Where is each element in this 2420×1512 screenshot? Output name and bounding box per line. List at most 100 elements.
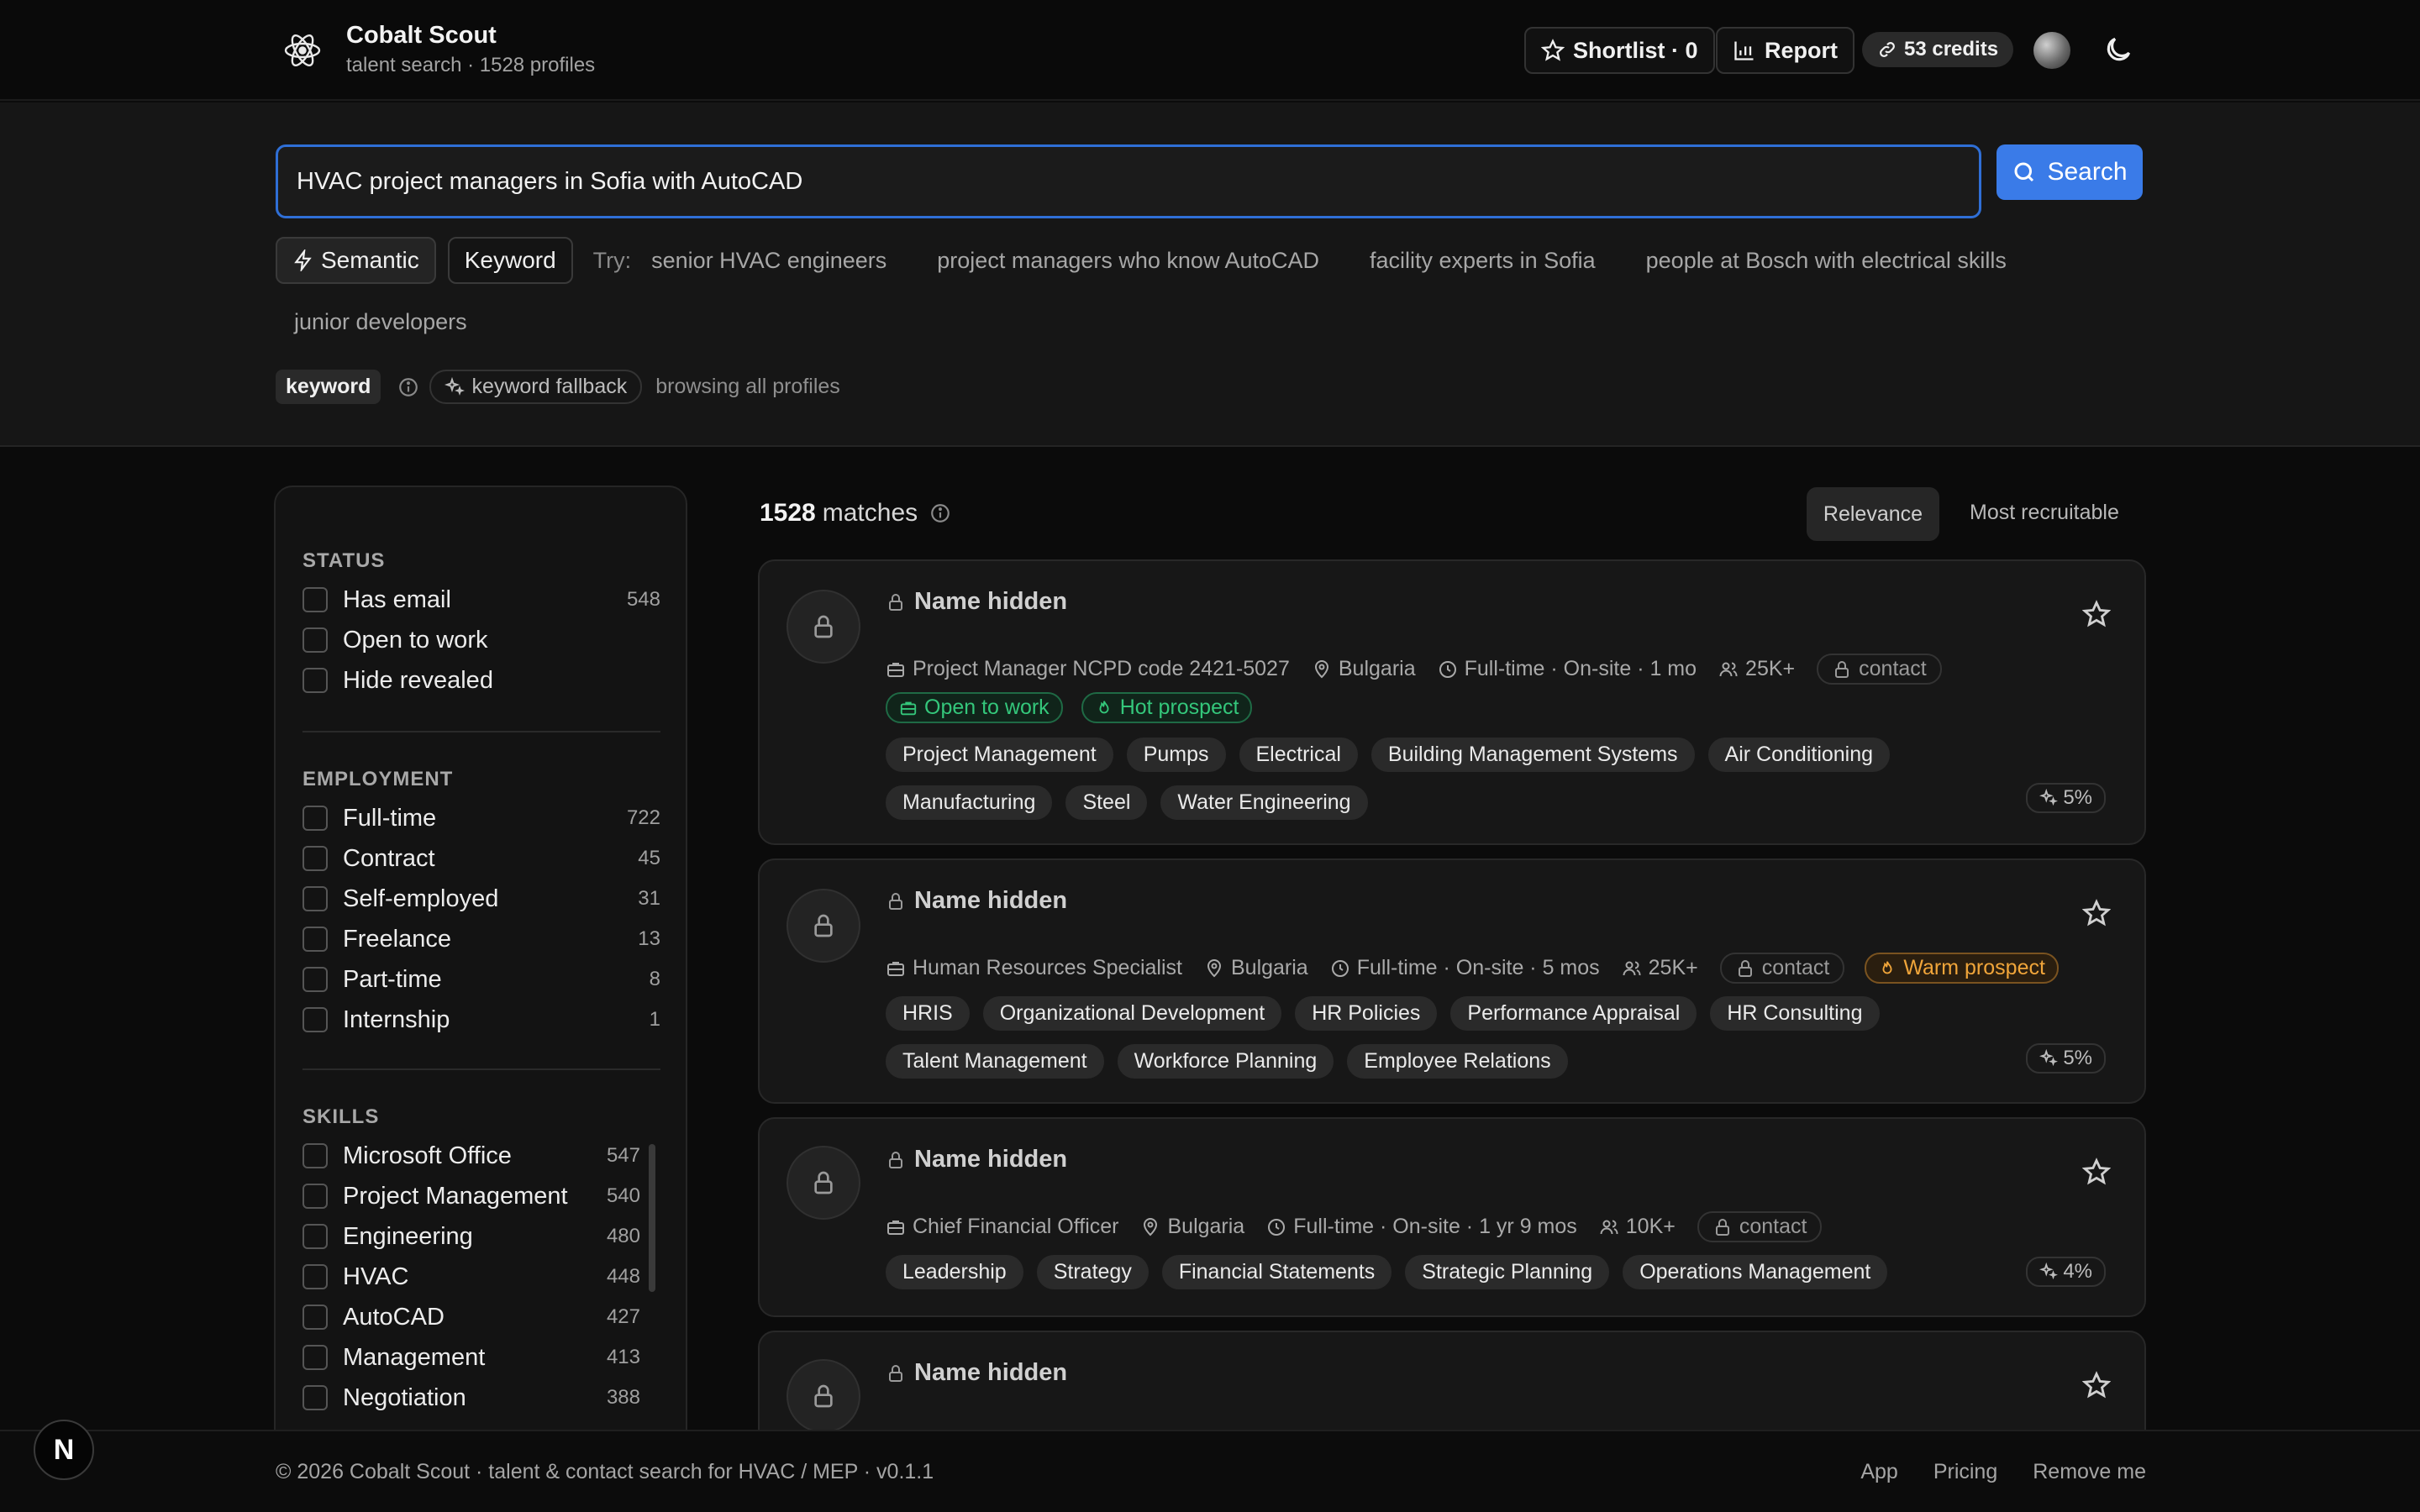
- filter-skill[interactable]: AutoCAD 427: [302, 1300, 640, 1334]
- lock-icon: [1715, 1218, 1729, 1236]
- checkbox[interactable]: [302, 668, 328, 693]
- filter-internship[interactable]: Internship 1: [302, 1003, 660, 1037]
- suggestion-link[interactable]: project managers who know AutoCAD: [937, 248, 1319, 274]
- info-icon[interactable]: [929, 502, 951, 524]
- filter-skill[interactable]: Negotiation 388: [302, 1381, 640, 1415]
- profile-card[interactable]: Name hidden Project Manager NCPD code 24…: [758, 559, 2146, 845]
- checkbox[interactable]: [302, 846, 328, 871]
- filter-skill[interactable]: HVAC 448: [302, 1260, 640, 1294]
- job-title: Human Resources Specialist: [913, 956, 1182, 979]
- credits-badge[interactable]: 53 credits: [1862, 32, 2014, 67]
- checkbox[interactable]: [302, 927, 328, 952]
- score-value: 4%: [2063, 1260, 2092, 1283]
- skill-chip: Leadership: [886, 1255, 1023, 1289]
- skill-chip: Electrical: [1239, 738, 1358, 772]
- filter-skill[interactable]: Engineering 480: [302, 1220, 640, 1253]
- filter-full-time[interactable]: Full-time 722: [302, 801, 660, 835]
- checkbox[interactable]: [302, 1184, 328, 1209]
- profile-card[interactable]: Name hidden Human Resources Specialist B…: [758, 858, 2146, 1104]
- sort-relevance-tab[interactable]: Relevance: [1807, 487, 1939, 541]
- filter-self-employed[interactable]: Self-employed 31: [302, 882, 660, 916]
- star-icon[interactable]: [2082, 600, 2111, 628]
- skills-scrollbar[interactable]: [649, 1144, 655, 1292]
- clock-icon: [1268, 1218, 1286, 1236]
- checkbox[interactable]: [302, 967, 328, 992]
- contact-label: contact: [1761, 956, 1830, 979]
- suggestion-link[interactable]: junior developers: [294, 309, 467, 335]
- checkbox[interactable]: [302, 806, 328, 831]
- badge-label: Warm prospect: [1903, 956, 2045, 979]
- filter-open-to-work[interactable]: Open to work: [302, 623, 660, 657]
- contact-pill[interactable]: contact: [1697, 1211, 1823, 1242]
- briefcase-icon: [887, 1220, 904, 1235]
- sort-recruitable-tab[interactable]: Most recruitable: [1970, 501, 2119, 525]
- checkbox[interactable]: [302, 1007, 328, 1032]
- footer-links: App Pricing Remove me: [1860, 1460, 2146, 1484]
- profile-name: Name hidden: [886, 1146, 1067, 1173]
- skill-chip: Talent Management: [886, 1044, 1104, 1079]
- filter-hide-revealed[interactable]: Hide revealed: [302, 664, 660, 697]
- checkbox[interactable]: [302, 1345, 328, 1370]
- company-size: 10K+: [1625, 1215, 1676, 1238]
- link-icon: [1880, 42, 1895, 57]
- checkbox[interactable]: [302, 587, 328, 612]
- star-icon[interactable]: [2082, 899, 2111, 927]
- skill-chip: Workforce Planning: [1117, 1044, 1334, 1079]
- contact-pill[interactable]: contact: [1719, 953, 1845, 984]
- shortlist-button[interactable]: Shortlist · 0: [1524, 27, 1715, 74]
- skill-chip: Project Management: [886, 738, 1113, 772]
- contact-pill[interactable]: contact: [1817, 654, 1942, 685]
- filter-has-email[interactable]: Has email 548: [302, 583, 660, 617]
- footer-link-pricing[interactable]: Pricing: [1933, 1460, 1997, 1484]
- browse-label: browsing all profiles: [655, 375, 840, 398]
- users-icon: [1719, 662, 1738, 676]
- suggestion-link[interactable]: senior HVAC engineers: [651, 248, 886, 274]
- semantic-mode-button[interactable]: Semantic: [276, 237, 436, 284]
- report-button[interactable]: Report: [1716, 27, 1854, 74]
- location: Bulgaria: [1338, 657, 1416, 680]
- filter-skill[interactable]: Management 413: [302, 1341, 640, 1374]
- footer-link-remove-me[interactable]: Remove me: [2033, 1460, 2146, 1484]
- filter-label: Negotiation: [343, 1383, 466, 1411]
- profile-card[interactable]: Name hidden Chief Financial Officer Bulg…: [758, 1117, 2146, 1317]
- filter-label: Project Management: [343, 1182, 568, 1210]
- keyword-mode-button[interactable]: Keyword: [447, 237, 573, 284]
- filter-freelance[interactable]: Freelance 13: [302, 922, 660, 956]
- filter-part-time[interactable]: Part-time 8: [302, 963, 660, 996]
- user-avatar[interactable]: [2033, 32, 2070, 69]
- footer-link-app[interactable]: App: [1860, 1460, 1897, 1484]
- filter-count: 540: [606, 1184, 640, 1207]
- suggestion-link[interactable]: facility experts in Sofia: [1370, 248, 1596, 274]
- filter-sidebar: STATUS Has email 548 Open to work Hide re…: [274, 486, 687, 1460]
- lock-icon: [814, 1384, 833, 1408]
- skill-chip: Water Engineering: [1160, 785, 1368, 820]
- checkbox[interactable]: [302, 627, 328, 653]
- filter-count: 448: [606, 1265, 640, 1288]
- suggestion-link[interactable]: people at Bosch with electrical skills: [1646, 248, 2007, 274]
- filter-skill[interactable]: Project Management 540: [302, 1179, 640, 1213]
- results-count: 1528 matches: [760, 499, 951, 528]
- checkbox[interactable]: [302, 1264, 328, 1289]
- profile-meta: Chief Financial Officer Bulgaria Full-ti…: [886, 1211, 1842, 1242]
- badge-label: Open to work: [924, 696, 1050, 719]
- flame-icon: [1099, 700, 1109, 713]
- skill-chip: Building Management Systems: [1370, 738, 1695, 772]
- status-section-title: STATUS: [302, 549, 386, 572]
- search-button[interactable]: Search: [1996, 144, 2143, 200]
- info-icon[interactable]: [397, 376, 419, 398]
- star-icon[interactable]: [2082, 1371, 2111, 1399]
- checkbox[interactable]: [302, 1143, 328, 1168]
- filter-contract[interactable]: Contract 45: [302, 842, 660, 875]
- filter-skill[interactable]: Microsoft Office 547: [302, 1139, 640, 1173]
- employment-section-title: EMPLOYMENT: [302, 768, 454, 790]
- skill-chip: Manufacturing: [886, 785, 1053, 820]
- star-icon[interactable]: [2082, 1158, 2111, 1186]
- moon-icon[interactable]: [2102, 34, 2134, 66]
- search-input[interactable]: [276, 144, 1981, 218]
- checkbox[interactable]: [302, 1305, 328, 1330]
- try-label: Try:: [592, 247, 632, 273]
- checkbox[interactable]: [302, 886, 328, 911]
- next-dev-badge[interactable]: N: [34, 1420, 94, 1480]
- checkbox[interactable]: [302, 1385, 328, 1410]
- checkbox[interactable]: [302, 1224, 328, 1249]
